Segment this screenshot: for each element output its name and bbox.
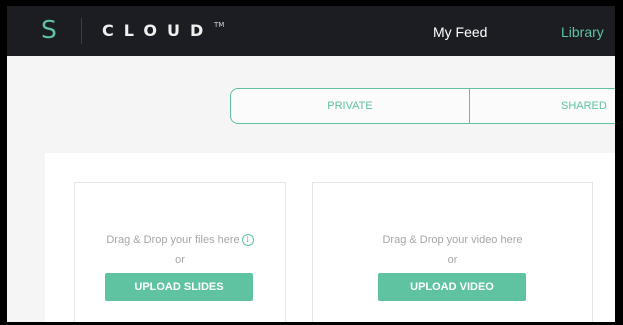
tab-private[interactable]: PRIVATE xyxy=(231,89,469,123)
top-navigation-bar: S CLOUD TM My Feed Library xyxy=(7,6,615,56)
nav-my-feed[interactable]: My Feed xyxy=(433,23,487,41)
slides-drop-zone[interactable]: Drag & Drop your files here i or UPLOAD S… xyxy=(74,182,286,322)
logo-divider xyxy=(81,18,82,44)
tab-shared[interactable]: SHARED xyxy=(469,89,615,123)
info-icon[interactable]: i xyxy=(241,234,254,246)
slides-drop-hint: Drag & Drop your files here i xyxy=(75,233,285,247)
upload-slides-button[interactable]: UPLOAD SLIDES xyxy=(105,273,253,301)
upload-video-button[interactable]: UPLOAD VIDEO xyxy=(378,273,526,301)
trademark-mark: TM xyxy=(214,21,225,29)
nav-library[interactable]: Library xyxy=(561,23,604,41)
app-window: S CLOUD TM My Feed Library PRIVATE SHARE… xyxy=(7,6,615,322)
video-drop-hint: Drag & Drop your video here xyxy=(382,234,523,246)
brand-name[interactable]: CLOUD xyxy=(102,21,213,41)
logo-letter[interactable]: S xyxy=(41,15,57,45)
slides-or-text: or xyxy=(175,254,185,266)
visibility-tabs: PRIVATE SHARED xyxy=(230,88,615,124)
slides-drop-hint-text: Drag & Drop your files here xyxy=(106,234,240,246)
video-or-text: or xyxy=(447,254,458,266)
video-drop-zone[interactable]: Drag & Drop your video here or UPLOAD VI… xyxy=(312,182,593,322)
